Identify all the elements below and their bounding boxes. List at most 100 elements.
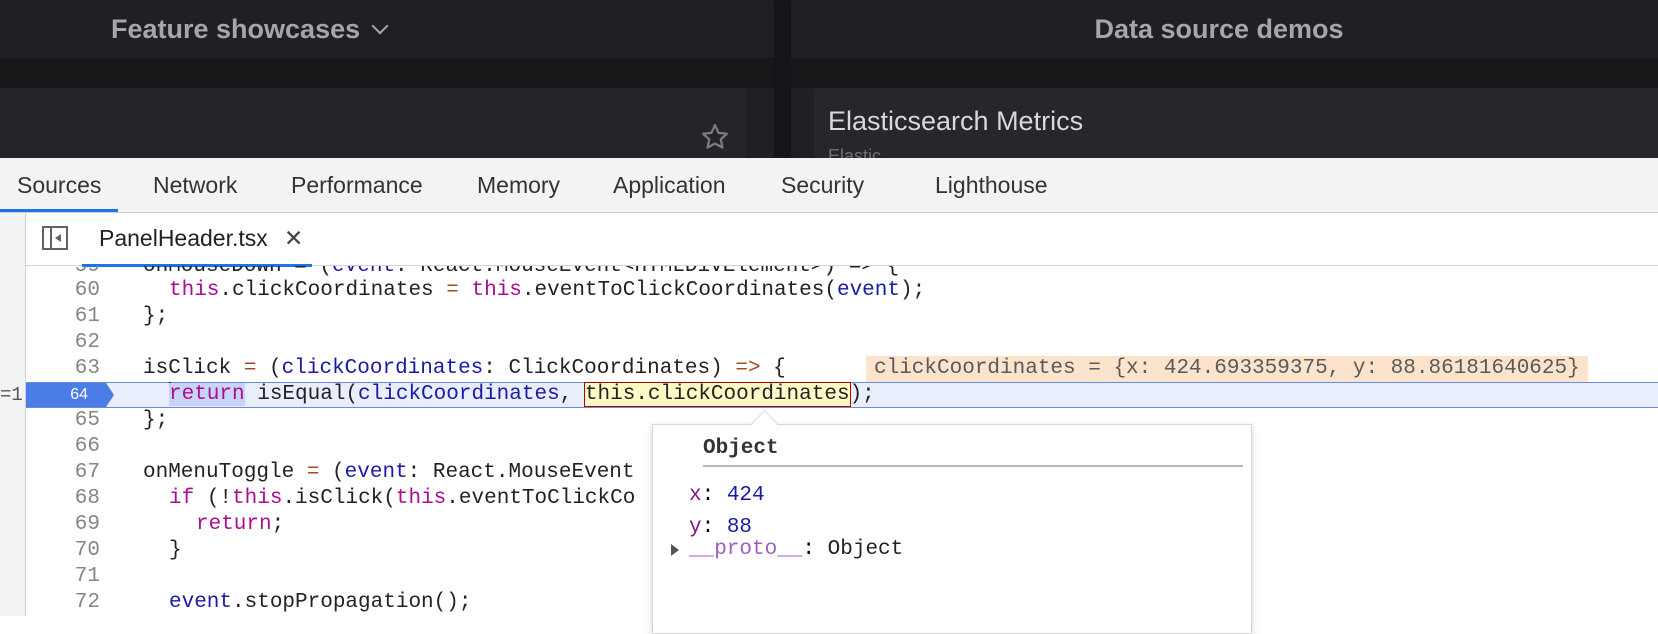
expand-triangle-icon[interactable]: [671, 544, 679, 556]
tab-lighthouse[interactable]: Lighthouse: [918, 158, 1065, 212]
code-text: return isEqual(clickCoordinates, this.cl…: [169, 382, 875, 408]
toggle-navigator-arrow: [55, 234, 61, 242]
code-token: (: [256, 357, 282, 380]
card-title[interactable]: Elasticsearch Metrics: [828, 106, 1083, 137]
feature-showcases-header[interactable]: Feature showcases: [0, 0, 774, 58]
tab-security[interactable]: Security: [764, 158, 881, 212]
code-token: return: [196, 513, 272, 536]
code-text: return;: [196, 512, 284, 538]
code-text: };: [143, 305, 169, 328]
code-token: .eventToClickCoordinates(: [521, 279, 837, 302]
feature-showcases-title: Feature showcases: [111, 13, 361, 44]
property-value: 424: [726, 484, 765, 507]
code-token: .stopPropagation();: [232, 591, 472, 614]
panel-gap: [791, 58, 1658, 88]
code-token: .isClick(: [282, 487, 396, 510]
code-token: this: [471, 279, 522, 302]
line-number[interactable]: 63: [26, 356, 100, 382]
code-token: if: [169, 487, 195, 510]
object-property-proto[interactable]: __proto__: Object: [689, 537, 903, 563]
code-line[interactable]: 61 };: [26, 304, 1658, 330]
code-token: =: [446, 279, 459, 302]
left-edge-label: =1: [0, 384, 23, 406]
property-key: x: [689, 484, 702, 507]
line-number[interactable]: 66: [26, 434, 100, 460]
code-token: ;: [271, 513, 285, 536]
close-icon[interactable]: ✕: [284, 213, 303, 264]
tab-application[interactable]: Application: [596, 158, 743, 212]
tab-memory[interactable]: Memory: [460, 158, 577, 212]
dashboard-card[interactable]: [0, 88, 746, 158]
dashboard-background: Feature showcases Data source demos Elas…: [0, 0, 1658, 158]
property-value: 88: [726, 516, 753, 539]
line-number[interactable]: 70: [26, 538, 100, 564]
editor-file-bar: PanelHeader.tsx ✕: [0, 213, 1658, 267]
code-text: isClick = (clickCoordinates: ClickCoordi…: [143, 356, 786, 382]
line-number[interactable]: 67: [26, 460, 100, 486]
line-number[interactable]: 71: [26, 564, 100, 590]
code-text: onMenuToggle = (event: React.MouseEvent: [143, 460, 635, 486]
code-token: isClick: [143, 357, 244, 380]
line-number[interactable]: 61: [26, 304, 100, 330]
code-token: onMenuToggle: [143, 461, 307, 484]
star-icon[interactable]: [700, 122, 730, 152]
code-token: (!: [194, 487, 233, 510]
code-token: : React.MouseEvent<HTMLDivElement>) => {: [395, 266, 900, 278]
property-value: Object: [827, 538, 904, 561]
code-token: : React.MouseEvent: [407, 461, 635, 484]
toggle-navigator-bar: [50, 228, 52, 248]
code-text: };: [143, 409, 169, 432]
feature-showcases-panel: Feature showcases: [0, 0, 774, 158]
code-token: =>: [735, 357, 761, 380]
code-token: onMouseDown = (: [143, 266, 333, 278]
line-number[interactable]: 69: [26, 512, 100, 538]
line-number[interactable]: 68: [26, 486, 100, 512]
code-token: : ClickCoordinates): [483, 357, 736, 380]
code-token: this: [395, 487, 447, 510]
code-token: clickCoordinates: [281, 357, 484, 380]
object-property-x[interactable]: x: 424: [689, 483, 765, 509]
code-token: .eventToClickCo: [446, 487, 636, 510]
tab-performance[interactable]: Performance: [274, 158, 440, 212]
property-key: y: [689, 516, 702, 539]
code-text: this.clickCoordinates = this.eventToClic…: [169, 278, 925, 304]
hovered-expression[interactable]: this.clickCoordinates: [583, 382, 851, 407]
file-tab-name: PanelHeader.tsx: [99, 225, 268, 251]
code-text: if (!this.isClick(this.eventToClickCo: [169, 486, 635, 512]
gutter: [0, 213, 26, 266]
line-number[interactable]: 60: [26, 278, 100, 304]
code-token: event: [836, 279, 900, 302]
code-text: event.stopPropagation();: [169, 590, 471, 616]
code-token: event: [332, 266, 396, 278]
code-token: clickCoordinates: [358, 383, 560, 406]
code-token: ,: [559, 383, 585, 406]
toggle-navigator-icon[interactable]: [42, 226, 68, 250]
code-token: return: [169, 383, 245, 406]
tab-sources[interactable]: Sources: [0, 158, 119, 212]
code-text: }: [169, 539, 182, 562]
inline-variable-value[interactable]: clickCoordinates = {x: 424.693359375, y:…: [866, 356, 1588, 382]
code-line[interactable]: 63 isClick = (clickCoordinates: ClickCoo…: [26, 356, 1658, 382]
panel-gap: [0, 58, 774, 88]
chevron-down-icon[interactable]: [371, 17, 389, 35]
code-token: (: [319, 461, 345, 484]
code-line[interactable]: 60 this.clickCoordinates = this.eventToC…: [26, 278, 1658, 304]
tab-network[interactable]: Network: [136, 158, 254, 212]
line-number[interactable]: 65: [26, 408, 100, 434]
code-token: =: [306, 461, 320, 484]
data-source-demos-header[interactable]: Data source demos: [791, 0, 1658, 58]
data-source-demos-title: Data source demos: [1094, 13, 1344, 44]
code-token: event: [344, 461, 408, 484]
popover-divider: [703, 465, 1243, 467]
line-number[interactable]: 62: [26, 330, 100, 356]
line-number[interactable]: 72: [26, 590, 100, 616]
gutter: [0, 266, 26, 616]
code-line[interactable]: 62: [26, 330, 1658, 356]
code-token: =: [243, 357, 257, 380]
card-subtitle: Elastic: [828, 146, 882, 158]
object-preview-popover[interactable]: Object x: 424 y: 88 __proto__: Object: [652, 410, 1252, 634]
code-line[interactable]: return isEqual(clickCoordinates, this.cl…: [26, 382, 1658, 408]
property-key: __proto__: [689, 538, 803, 561]
devtools-tab-bar: Sources Network Performance Memory Appli…: [0, 158, 1658, 213]
file-tab-panelheader[interactable]: PanelHeader.tsx ✕: [82, 213, 312, 267]
